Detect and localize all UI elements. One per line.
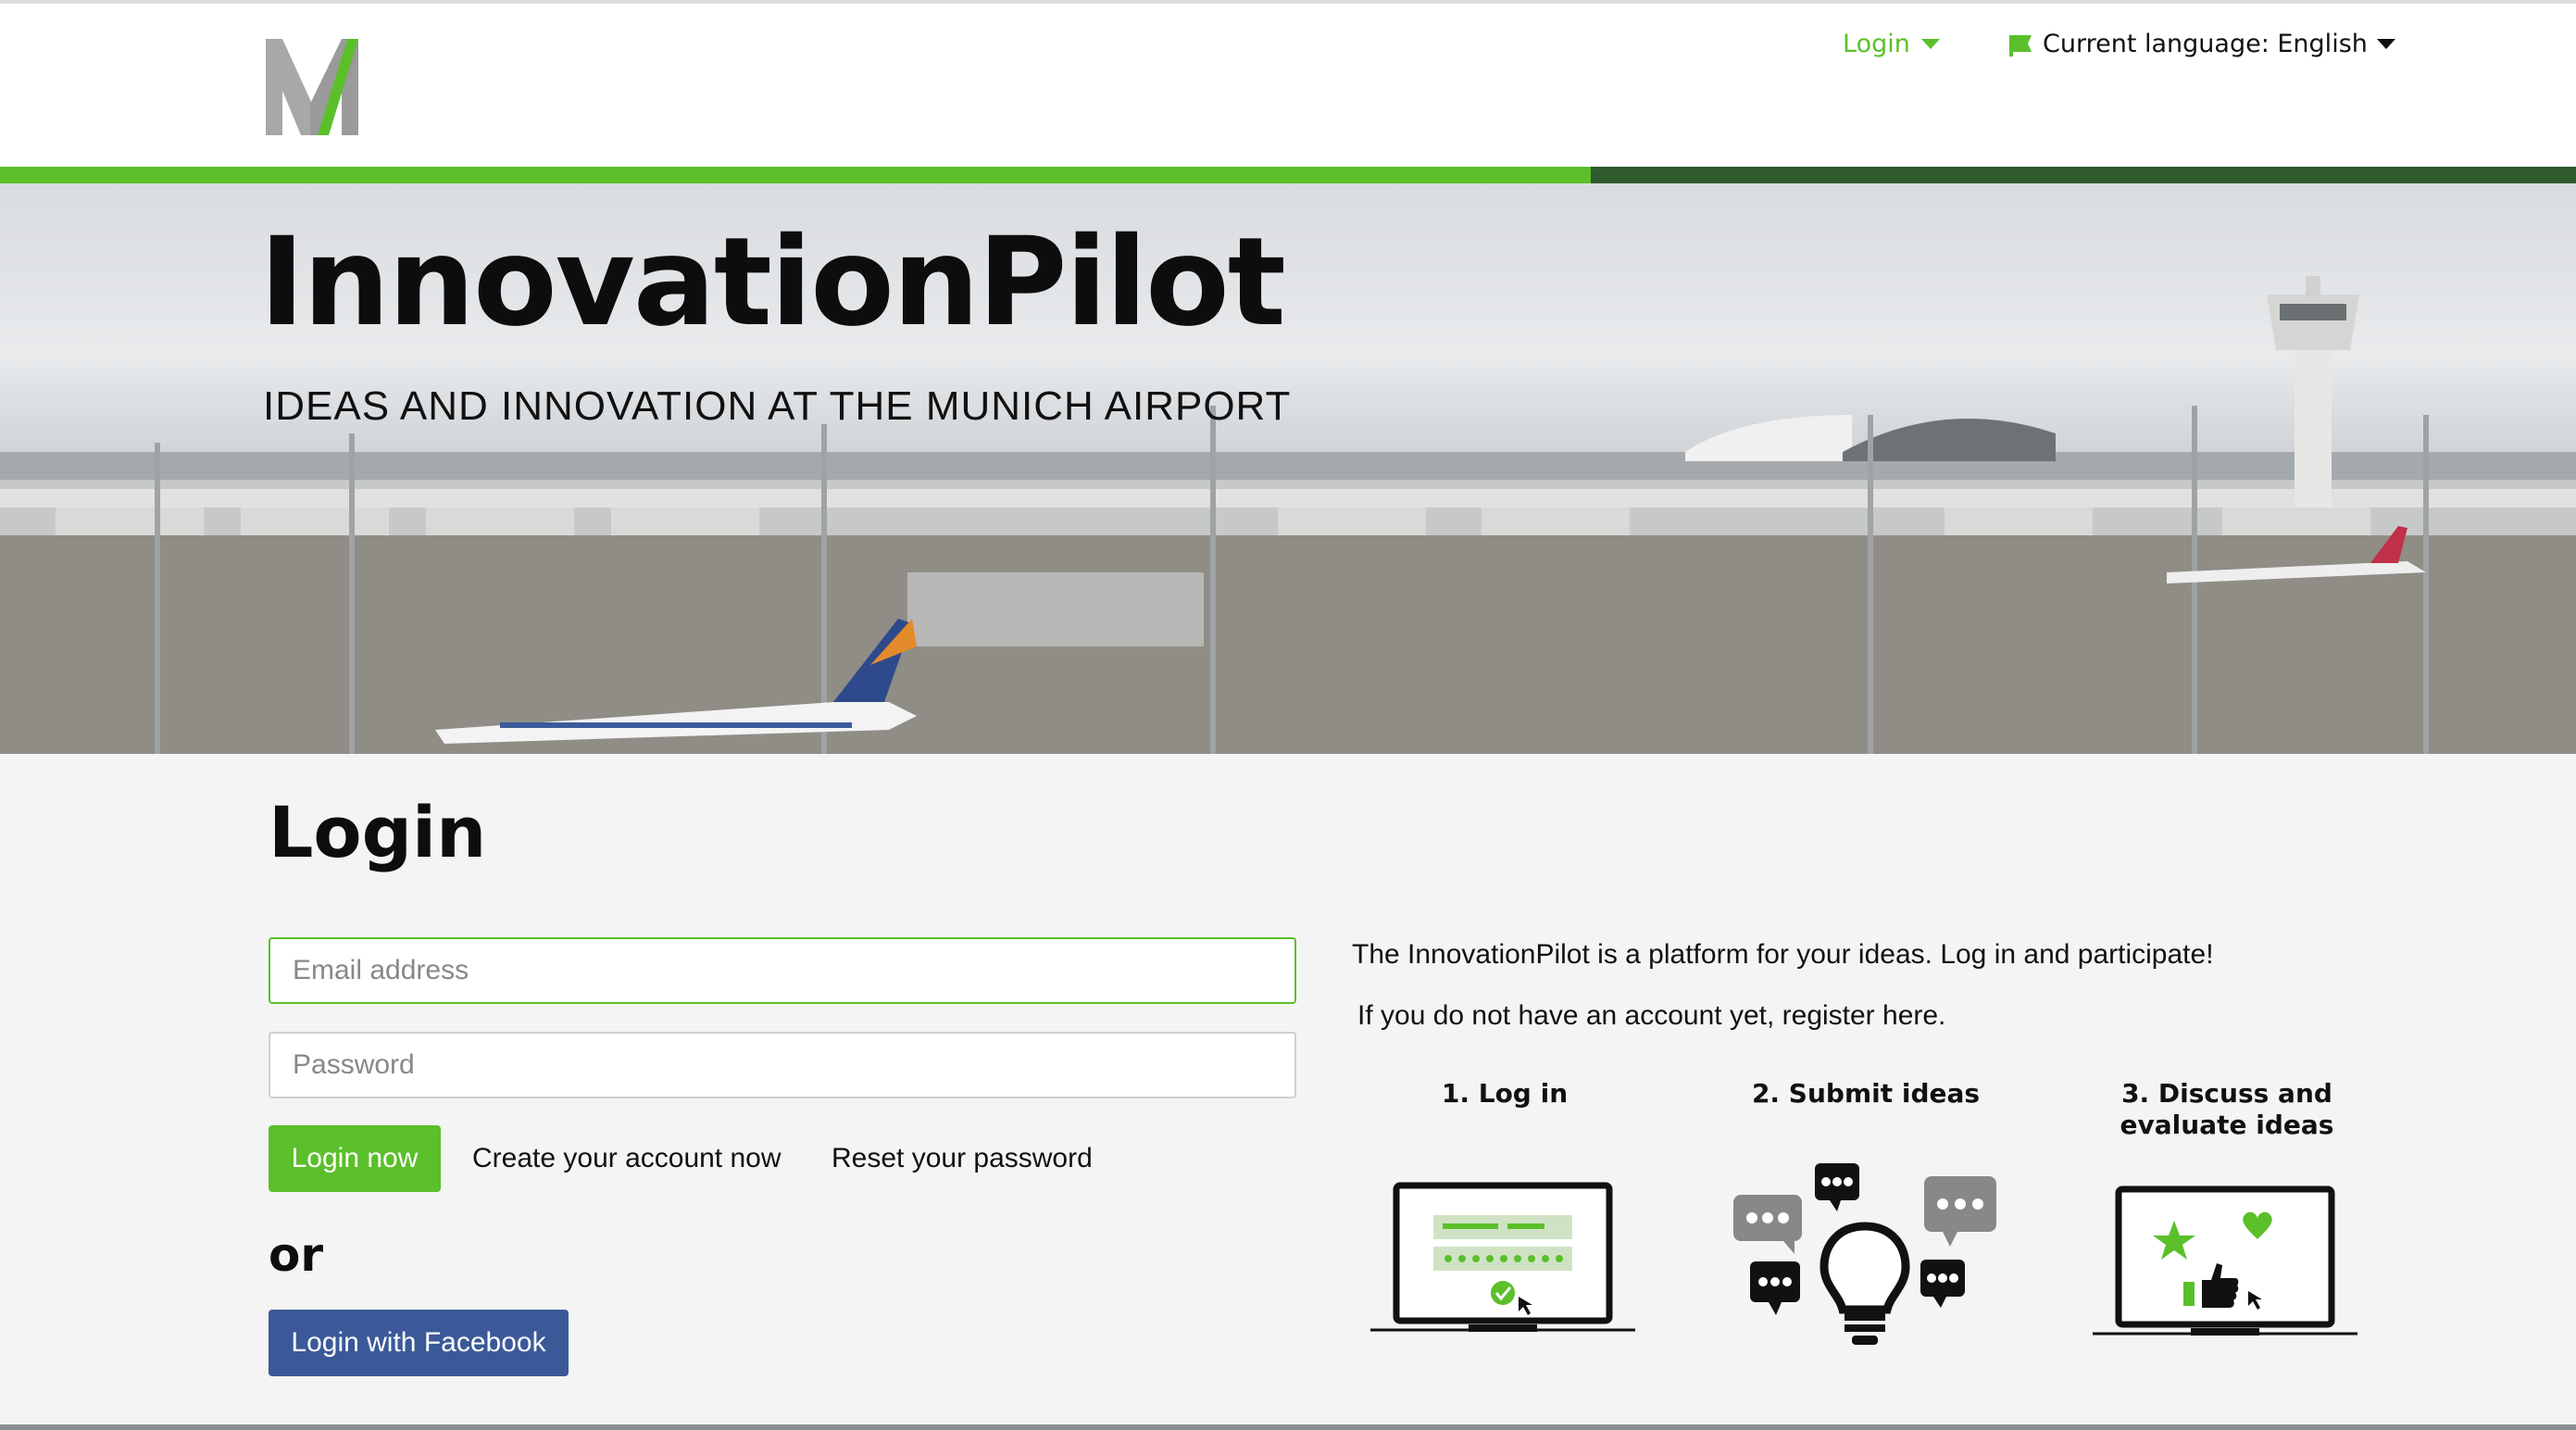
page-title: InnovationPilot bbox=[259, 211, 1286, 354]
step-discuss-evaluate-label: 3. Discuss and evaluate ideas bbox=[2120, 1078, 2334, 1140]
intro-text: The InnovationPilot is a platform for yo… bbox=[1352, 939, 2214, 970]
login-menu[interactable]: Login bbox=[1843, 30, 1940, 58]
or-separator: or bbox=[269, 1228, 324, 1282]
chevron-down-icon bbox=[2376, 39, 2395, 49]
accent-stripe-dark bbox=[1591, 167, 2576, 183]
m-logo[interactable] bbox=[266, 39, 358, 135]
password-field[interactable] bbox=[269, 1032, 1296, 1098]
flag-icon bbox=[2009, 34, 2032, 56]
register-text[interactable]: If you do not have an account yet, regis… bbox=[1357, 1000, 1945, 1032]
language-menu-label: Current language: English bbox=[2043, 30, 2368, 58]
main-content: Login Login now Create your account now … bbox=[0, 754, 2576, 1424]
hero-banner: InnovationPilot IDEAS AND INNOVATION AT … bbox=[0, 183, 2576, 754]
email-field[interactable] bbox=[269, 937, 1296, 1004]
language-menu[interactable]: Current language: English bbox=[2007, 30, 2395, 58]
step-submit-ideas-label: 2. Submit ideas bbox=[1751, 1078, 1981, 1109]
create-account-link[interactable]: Create your account now bbox=[472, 1143, 782, 1174]
login-now-button[interactable]: Login now bbox=[269, 1125, 441, 1192]
login-menu-label: Login bbox=[1843, 30, 1910, 58]
lightbulb-ideas-icon bbox=[1733, 1163, 1996, 1345]
page-subtitle: IDEAS AND INNOVATION AT THE MUNICH AIRPO… bbox=[263, 383, 1292, 429]
login-heading: Login bbox=[269, 791, 487, 873]
step-log-in-label: 1. Log in bbox=[1441, 1078, 1569, 1109]
accent-stripe bbox=[0, 167, 1591, 183]
chevron-down-icon bbox=[1920, 39, 1940, 49]
reset-password-link[interactable]: Reset your password bbox=[832, 1143, 1093, 1174]
facebook-login-button[interactable]: Login with Facebook bbox=[269, 1310, 569, 1376]
site-header: Login Current language: English bbox=[0, 4, 2576, 167]
laptop-evaluate-icon bbox=[2093, 1185, 2357, 1336]
bottom-divider bbox=[0, 1424, 2576, 1430]
laptop-login-icon bbox=[1370, 1182, 1635, 1332]
